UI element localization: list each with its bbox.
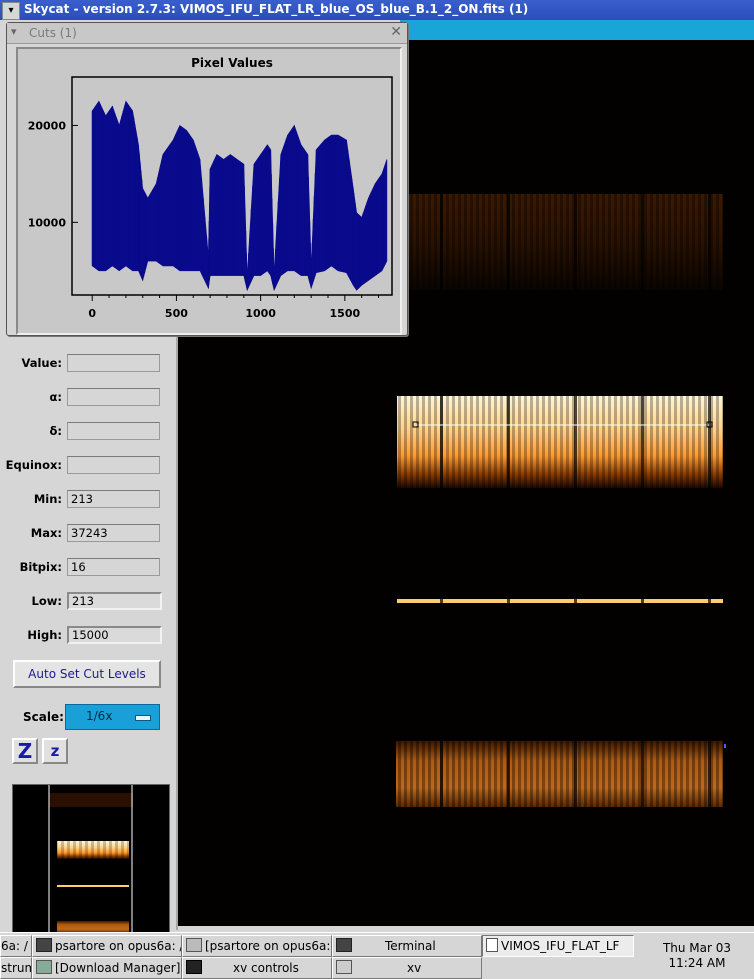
clock[interactable]: Thu Mar 03 11:24 AM	[640, 935, 754, 977]
chart-svg: Pixel Values 10000 20000 0 500 1000 1500	[28, 56, 393, 320]
task-label: Terminal	[385, 939, 436, 953]
high-label: High:	[27, 628, 62, 642]
task-label: [Download Manager]	[55, 961, 181, 975]
zoom-out-button[interactable]: z	[42, 738, 68, 764]
low-cut-input[interactable]: 213	[67, 592, 162, 610]
cuts-dialog[interactable]: ▾ Cuts (1) ✕ Pixel Values 10000 20000 0 500 1…	[6, 22, 408, 336]
info-row-equinox: Equinox:	[0, 456, 176, 476]
scale-label: Scale:	[23, 710, 64, 724]
clock-date: Thu Mar 03	[662, 941, 732, 955]
task-label: VIMOS_IFU_FLAT_LF	[501, 939, 620, 953]
task-label: xv controls	[233, 961, 299, 975]
pixel-values-plot: Pixel Values 10000 20000 0 500 1000 1500	[16, 47, 402, 335]
main-window-titlebar: ▾ Skycat - version 2.7.3: VIMOS_IFU_FLAT…	[0, 0, 754, 20]
y-tick-label: 20000	[28, 119, 67, 132]
terminal-icon	[36, 938, 52, 952]
window-title: Skycat - version 2.7.3: VIMOS_IFU_FLAT_L…	[24, 2, 529, 16]
dec-label: δ:	[49, 424, 63, 438]
info-row-min: Min: 213	[0, 490, 176, 510]
taskbar: 6a: / psartore on opus6a: /h [psartore o…	[0, 932, 754, 979]
image-band-bottom	[396, 741, 726, 807]
scale-select[interactable]: 1/6x	[65, 704, 160, 730]
info-row-max: Max: 37243	[0, 524, 176, 544]
task-label: xv	[407, 961, 422, 975]
auto-set-cut-levels-button[interactable]: Auto Set Cut Levels	[13, 660, 161, 688]
bitpix-field: 16	[67, 558, 160, 576]
min-label: Min:	[33, 492, 62, 506]
task-label: psartore on opus6a: /h	[55, 939, 182, 953]
dec-field	[67, 422, 160, 440]
cuts-titlebar[interactable]: ▾ Cuts (1) ✕	[7, 23, 407, 44]
max-field: 37243	[67, 524, 160, 542]
value-field	[67, 354, 160, 372]
clock-time: 11:24 AM	[668, 956, 726, 970]
info-row-bitpix: Bitpix: 16	[0, 558, 176, 578]
image-band-line	[397, 599, 723, 603]
image-band-bright	[397, 396, 723, 488]
xv-icon	[336, 960, 352, 974]
low-label: Low:	[31, 594, 62, 608]
window-icon	[186, 938, 202, 952]
option-menu-indicator-icon	[135, 715, 151, 721]
info-row-high: High: 15000	[0, 626, 176, 646]
info-row-value: Value:	[0, 354, 176, 374]
task-button-2[interactable]: psartore on opus6a: /h	[32, 935, 182, 957]
info-row-low: Low: 213	[0, 592, 176, 612]
close-icon[interactable]: ✕	[390, 24, 402, 40]
bitpix-label: Bitpix:	[19, 560, 62, 574]
x-tick-label: 500	[165, 307, 188, 320]
window-menu-icon[interactable]: ▾	[2, 2, 20, 20]
scale-value: 1/6x	[86, 709, 113, 723]
y-tick-label: 10000	[28, 216, 67, 229]
task-label: strum	[1, 961, 31, 975]
dialog-menu-icon[interactable]: ▾	[11, 25, 17, 38]
min-field: 213	[67, 490, 160, 508]
x-tick-label: 0	[88, 307, 96, 320]
high-cut-input[interactable]: 15000	[67, 626, 162, 644]
info-row-dec: δ:	[0, 422, 176, 442]
terminal-icon	[336, 938, 352, 952]
equinox-label: Equinox:	[5, 458, 62, 472]
task-button-skycat[interactable]: VIMOS_IFU_FLAT_LF	[482, 935, 634, 957]
task-label: 6a: /	[1, 939, 28, 953]
equinox-field	[67, 456, 160, 474]
document-icon	[486, 938, 498, 952]
zoom-in-button[interactable]: Z	[12, 738, 38, 764]
ra-label: α:	[49, 390, 63, 404]
max-label: Max:	[30, 526, 62, 540]
pan-window[interactable]	[12, 784, 170, 934]
task-label: [psartore on opus6a: /	[205, 939, 332, 953]
download-icon	[36, 960, 52, 974]
pan-thumbnail	[13, 785, 169, 933]
x-tick-label: 1000	[245, 307, 276, 320]
task-button-3[interactable]: [psartore on opus6a: /	[182, 935, 332, 957]
info-panel: Value: α: δ: Equinox: Min: 213 Max: 3724…	[0, 334, 178, 934]
ra-field	[67, 388, 160, 406]
xv-icon	[186, 960, 202, 974]
image-band-top	[398, 194, 723, 290]
task-button-1[interactable]: 6a: /	[0, 935, 32, 957]
task-button-terminal[interactable]: Terminal	[332, 935, 482, 957]
info-row-ra: α:	[0, 388, 176, 408]
x-tick-label: 1500	[330, 307, 361, 320]
cuts-dialog-title: Cuts (1)	[29, 26, 77, 40]
value-label: Value:	[21, 356, 62, 370]
chart-title: Pixel Values	[191, 56, 273, 70]
